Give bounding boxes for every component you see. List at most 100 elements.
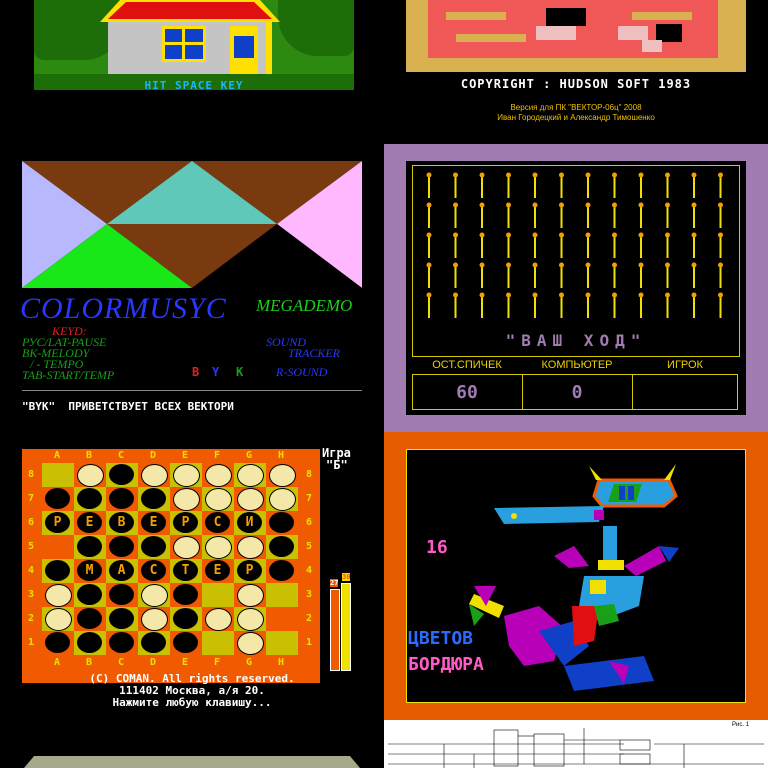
match-stick[interactable] (612, 202, 617, 229)
board-cell[interactable]: А (106, 559, 138, 583)
board-cell[interactable] (138, 607, 170, 631)
match-stick[interactable] (665, 172, 670, 199)
match-stick[interactable] (426, 202, 432, 229)
match-stick[interactable] (612, 262, 617, 289)
match-stick[interactable] (559, 172, 564, 199)
board-cell[interactable] (106, 583, 138, 607)
board-cell[interactable] (266, 559, 298, 583)
board-cell[interactable]: Е (74, 511, 106, 535)
match-stick[interactable] (559, 232, 564, 259)
match-stick[interactable] (585, 172, 591, 199)
match-stick[interactable] (585, 202, 591, 229)
match-stick[interactable] (479, 202, 485, 229)
match-stick[interactable] (665, 292, 670, 319)
match-stick[interactable] (691, 262, 697, 289)
match-stick[interactable] (718, 172, 723, 199)
board-cell[interactable] (170, 607, 202, 631)
match-stick[interactable] (532, 262, 538, 289)
match-stick[interactable] (585, 262, 591, 289)
board-cell[interactable] (266, 463, 298, 487)
board-cell[interactable] (170, 487, 202, 511)
match-stick[interactable] (506, 202, 511, 229)
match-stick[interactable] (665, 262, 670, 289)
match-stick[interactable] (426, 172, 432, 199)
match-stick[interactable] (718, 262, 723, 289)
match-stick[interactable] (691, 292, 697, 319)
match-stick[interactable] (559, 292, 564, 319)
match-stick[interactable] (638, 292, 644, 319)
board-cell[interactable] (138, 583, 170, 607)
match-stick[interactable] (665, 232, 670, 259)
match-stick[interactable] (585, 232, 591, 259)
match-stick[interactable] (453, 262, 458, 289)
board-cell[interactable] (74, 607, 106, 631)
match-stick[interactable] (453, 232, 458, 259)
board-cell[interactable] (202, 535, 234, 559)
match-stick[interactable] (638, 202, 644, 229)
match-stick[interactable] (612, 292, 617, 319)
match-stick[interactable] (638, 262, 644, 289)
match-stick[interactable] (718, 232, 723, 259)
board-cell[interactable] (234, 607, 266, 631)
board-cell[interactable] (42, 631, 74, 655)
board-cell[interactable]: С (138, 559, 170, 583)
match-stick[interactable] (718, 202, 723, 229)
board-cell[interactable]: И (234, 511, 266, 535)
board-cell[interactable]: В (106, 511, 138, 535)
board-cell[interactable] (266, 511, 298, 535)
board-cell[interactable] (106, 463, 138, 487)
match-stick[interactable] (532, 202, 538, 229)
board-cell[interactable] (170, 535, 202, 559)
board-cell[interactable] (170, 583, 202, 607)
board-cell[interactable] (266, 535, 298, 559)
match-stick[interactable] (638, 172, 644, 199)
board-cell[interactable] (106, 535, 138, 559)
match-stick[interactable] (691, 232, 697, 259)
board-cell[interactable] (234, 487, 266, 511)
match-stick[interactable] (479, 232, 485, 259)
board-cell[interactable] (42, 535, 74, 559)
board-cell[interactable] (42, 463, 74, 487)
board-cell[interactable] (202, 583, 234, 607)
match-stick[interactable] (612, 172, 617, 199)
board-cell[interactable] (138, 487, 170, 511)
board-cell[interactable] (42, 559, 74, 583)
match-stick[interactable] (479, 172, 485, 199)
board-cell[interactable] (74, 463, 106, 487)
board-cell[interactable] (170, 631, 202, 655)
match-stick[interactable] (532, 292, 538, 319)
board-cell[interactable] (74, 535, 106, 559)
board-cell[interactable] (42, 487, 74, 511)
board-cell[interactable] (74, 631, 106, 655)
match-stick[interactable] (426, 292, 432, 319)
board-cell[interactable] (74, 583, 106, 607)
board-cell[interactable] (74, 487, 106, 511)
match-stick[interactable] (453, 172, 458, 199)
match-stick[interactable] (638, 232, 644, 259)
match-stick[interactable] (453, 202, 458, 229)
match-stick[interactable] (453, 292, 458, 319)
board-cell[interactable] (234, 631, 266, 655)
match-stick[interactable] (559, 202, 564, 229)
match-stick[interactable] (506, 292, 511, 319)
match-stick[interactable] (506, 232, 511, 259)
reversi-grid[interactable]: РЕВЕРСИМАСТЕР (42, 463, 298, 655)
match-stick[interactable] (691, 202, 697, 229)
board-cell[interactable] (138, 535, 170, 559)
match-stick[interactable] (479, 292, 485, 319)
board-cell[interactable] (170, 463, 202, 487)
board-cell[interactable] (202, 463, 234, 487)
board-cell[interactable] (234, 535, 266, 559)
board-cell[interactable] (266, 487, 298, 511)
board-cell[interactable] (42, 583, 74, 607)
match-stick[interactable] (559, 262, 564, 289)
board-cell[interactable] (234, 583, 266, 607)
board-cell[interactable] (106, 631, 138, 655)
board-cell[interactable]: Т (170, 559, 202, 583)
board-cell[interactable] (202, 607, 234, 631)
match-stick[interactable] (585, 292, 591, 319)
match-stick[interactable] (665, 202, 670, 229)
match-stick[interactable] (612, 232, 617, 259)
board-cell[interactable] (266, 631, 298, 655)
match-stick[interactable] (426, 262, 432, 289)
